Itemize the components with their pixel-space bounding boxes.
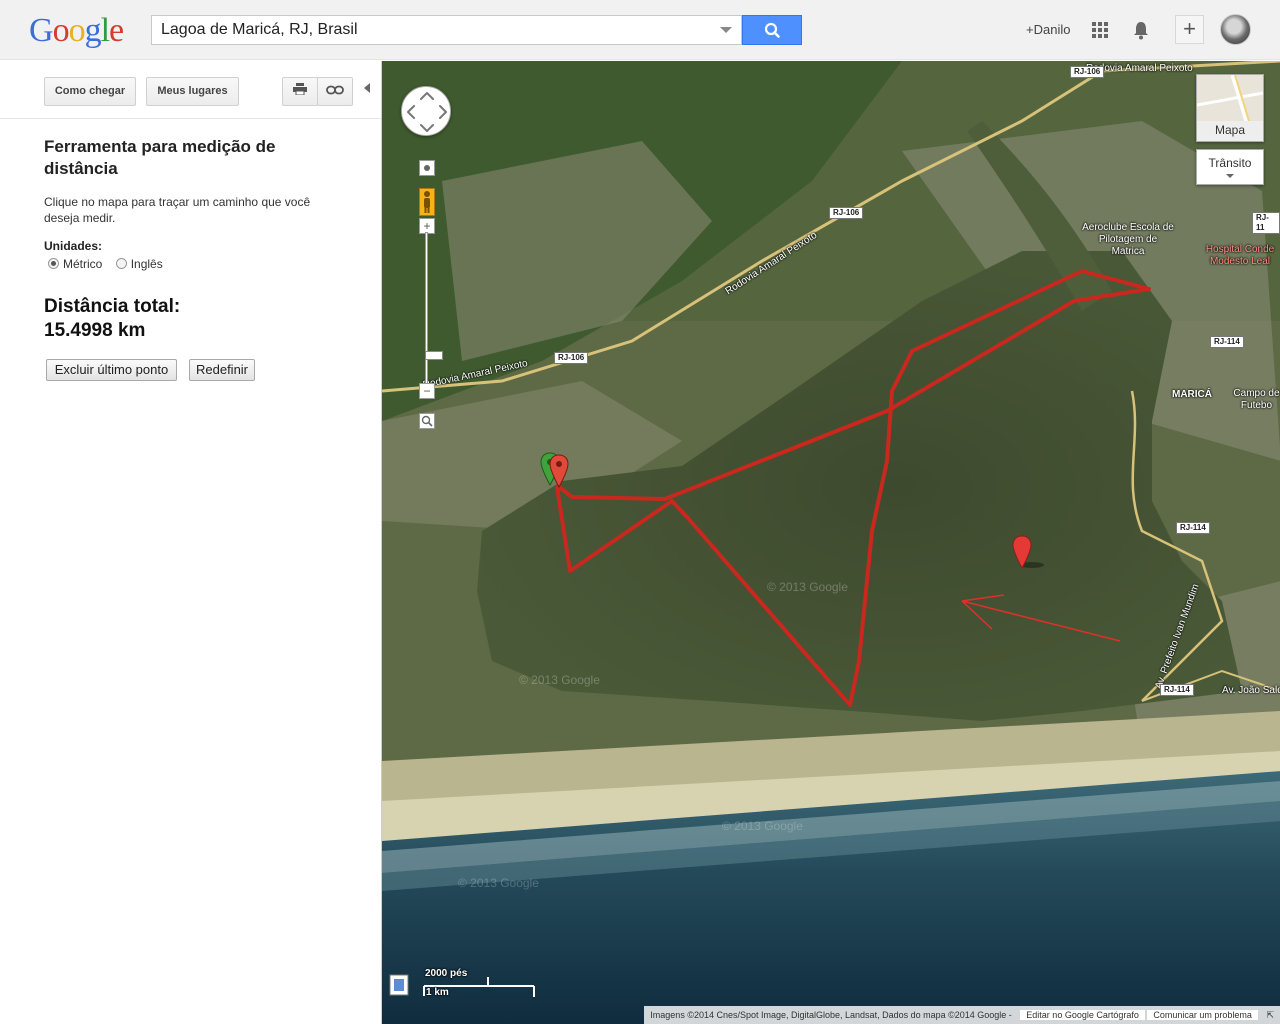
metric-label: Métrico [63,257,103,271]
satellite-map[interactable]: Rodovia Amaral Peixoto Rodovia Amaral Pe… [381,61,1280,1024]
total-distance-label: Distância total: [44,296,181,317]
road-shield: RJ-106 [1070,66,1105,78]
total-distance-value: 15.4998 km [44,320,146,341]
watermark: © 2013 Google [722,819,803,833]
directions-button[interactable]: Como chegar [44,77,136,106]
attribution-bar: Imagens ©2014 Cnes/Spot Image, DigitalGl… [644,1006,1280,1024]
unit-english-option[interactable]: Inglês [115,257,163,271]
road-shield: RJ-106 [554,352,589,364]
road-shield: RJ-11 [1252,212,1280,234]
tool-title: Ferramenta para medição de distância [44,137,276,178]
search-icon [764,22,780,38]
poi-label: Hospital Conde Modesto Leal [1205,244,1275,267]
unit-metric-option[interactable]: Métrico [48,257,102,271]
road-shield: RJ-114 [1210,336,1244,348]
collapse-panel-arrow-icon[interactable] [364,83,370,93]
location-dot-icon [424,165,430,171]
expand-corner-icon[interactable]: ⇱ [1260,1010,1280,1020]
english-label: Inglês [130,257,163,271]
user-profile-link[interactable]: +Danilo [1026,22,1070,37]
zoom-slider-track[interactable] [425,232,443,387]
map-type-switch[interactable]: Mapa [1196,74,1264,142]
report-problem-link[interactable]: Comunicar um problema [1147,1010,1258,1020]
top-bar: Google +Danilo + [0,0,1280,60]
pegman-button[interactable] [419,188,435,216]
pan-arrows-icon [407,92,447,132]
google-logo[interactable]: Google [29,12,124,50]
magnifier-icon [421,415,433,427]
avatar[interactable] [1220,14,1251,45]
road-shield: RJ-106 [829,207,864,219]
scale-bar: 2000 pés 1 km [388,967,538,1003]
map-thumbnail-icon [1196,74,1264,122]
poi-label: Aeroclube Escola de Pilotagem de Matrica [1082,222,1174,257]
chevron-down-icon [1226,174,1234,178]
road-shield: RJ-114 [1176,522,1210,534]
city-label: MARICÁ [1172,389,1212,400]
edit-map-maker-link[interactable]: Editar no Google Cartógrafo [1020,1010,1145,1020]
notifications-bell-icon[interactable] [1132,20,1150,40]
units-label: Unidades: [44,239,103,253]
tool-description: Clique no mapa para traçar um caminho qu… [44,195,311,225]
poi-label: Campo de Futebo [1233,388,1280,411]
watermark: © 2013 Google [767,580,848,594]
my-location-button[interactable] [419,160,435,176]
apps-grid-icon[interactable] [1092,22,1108,38]
map-type-label: Mapa [1214,123,1246,137]
zoom-box-button[interactable] [419,413,435,429]
pan-control[interactable] [401,86,451,136]
metric-radio[interactable] [48,258,59,269]
delete-last-point-button[interactable]: Excluir último ponto [46,359,177,381]
search-input[interactable] [152,16,712,44]
link-button[interactable] [317,77,353,106]
scale-imperial-label: 2000 pés [425,968,468,979]
share-button[interactable]: + [1175,15,1204,44]
pegman-icon [424,191,430,213]
english-radio[interactable] [115,258,127,269]
end-marker-icon[interactable] [549,454,569,488]
search-box[interactable] [151,15,742,45]
scale-bar-graphic [389,974,535,997]
print-button[interactable] [282,77,318,106]
sidebar-action-bar: Como chegar Meus lugares [0,61,381,119]
search-options-chevron-icon[interactable] [720,27,732,33]
link-icon [326,85,344,95]
print-icon [293,83,307,96]
road-shield: RJ-114 [1160,684,1194,696]
watermark: © 2013 Google [519,673,600,687]
sidebar-panel: Como chegar Meus lugares Ferramenta para… [0,61,381,1024]
road-label: Av. João Salda [1222,685,1280,696]
reset-button[interactable]: Redefinir [189,359,255,381]
traffic-layer-toggle[interactable]: Trânsito [1196,149,1264,185]
units-radio-group: Métrico Inglês [48,257,163,271]
zoom-out-button[interactable]: − [419,383,435,399]
attribution-text: Imagens ©2014 Cnes/Spot Image, DigitalGl… [650,1010,1012,1020]
scale-metric-label: 1 km [426,987,449,998]
place-marker-icon[interactable] [1010,535,1050,571]
traffic-label: Trânsito [1208,156,1252,170]
watermark: © 2013 Google [458,876,539,890]
my-places-button[interactable]: Meus lugares [146,77,239,106]
search-button[interactable] [742,15,802,45]
zoom-slider-thumb[interactable] [425,351,443,360]
